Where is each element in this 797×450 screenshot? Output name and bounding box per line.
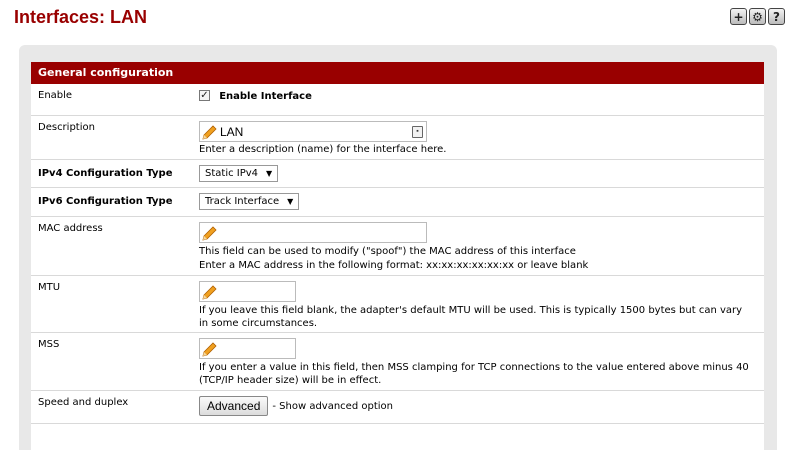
row-description: Description LAN ▪ Enter a description (n… — [31, 116, 764, 160]
ipv6-label: IPv6 Configuration Type — [38, 196, 173, 207]
speed-label: Speed and duplex — [38, 397, 129, 408]
mac-label: MAC address — [38, 223, 103, 234]
mac-input[interactable] — [199, 222, 427, 243]
advanced-help: - Show advanced option — [272, 400, 393, 412]
ipv6-field: Track Interface ▼ — [199, 188, 764, 216]
ipv4-selected: Static IPv4 — [205, 168, 259, 179]
mac-help-2: Enter a MAC address in the following for… — [199, 260, 589, 271]
mss-input[interactable] — [199, 338, 296, 359]
pencil-icon — [202, 226, 217, 241]
mac-field: This field can be used to modify ("spoof… — [199, 217, 764, 275]
description-label: Description — [38, 122, 95, 133]
row-ipv6: IPv6 Configuration Type Track Interface … — [31, 188, 764, 217]
mtu-field: If you leave this field blank, the adapt… — [199, 276, 764, 332]
page-title: Interfaces: LAN — [14, 7, 148, 27]
ipv4-field: Static IPv4 ▼ — [199, 160, 764, 187]
pencil-icon — [202, 342, 217, 357]
content-panel: General configuration Enable ✓ Enable In… — [19, 45, 777, 450]
section-header: General configuration — [31, 62, 764, 84]
mtu-label: MTU — [38, 282, 61, 293]
enable-checkbox[interactable]: ✓ — [199, 90, 210, 101]
ipv4-label: IPv4 Configuration Type — [38, 168, 173, 179]
contact-card-icon: ▪ — [412, 126, 423, 138]
row-mac: MAC address This field can be used to mo… — [31, 217, 764, 276]
mss-label: MSS — [38, 339, 60, 350]
row-enable: Enable ✓ Enable Interface — [31, 84, 764, 116]
enable-label: Enable — [38, 90, 73, 101]
pencil-icon — [202, 285, 217, 300]
description-input[interactable]: LAN ▪ — [199, 121, 427, 142]
pencil-icon — [202, 125, 217, 140]
mac-help-1: This field can be used to modify ("spoof… — [199, 246, 576, 257]
row-mtu: MTU If you leave this field blank, the a… — [31, 276, 764, 333]
ipv4-select[interactable]: Static IPv4 ▼ — [199, 165, 279, 182]
enable-field: ✓ Enable Interface — [199, 84, 764, 115]
ipv6-select[interactable]: Track Interface ▼ — [199, 193, 300, 210]
help-icon[interactable]: ? — [768, 8, 785, 25]
page-toolbar: + ⚙ ? — [730, 8, 785, 25]
row-mss: MSS If you enter a value in this field, … — [31, 333, 764, 391]
description-value: LAN — [220, 124, 244, 139]
advanced-button[interactable]: Advanced — [199, 396, 269, 416]
description-help: Enter a description (name) for the inter… — [199, 144, 447, 155]
ipv6-selected: Track Interface — [205, 196, 280, 207]
mtu-input[interactable] — [199, 281, 296, 302]
speed-field: Advanced - Show advanced option — [199, 391, 764, 417]
chevron-down-icon: ▼ — [287, 197, 294, 206]
description-field: LAN ▪ Enter a description (name) for the… — [199, 116, 764, 159]
mss-field: If you enter a value in this field, then… — [199, 333, 764, 390]
settings-icon[interactable]: ⚙ — [749, 8, 766, 25]
add-icon[interactable]: + — [730, 8, 747, 25]
chevron-down-icon: ▼ — [266, 169, 273, 178]
enable-checkbox-label: Enable Interface — [219, 90, 312, 102]
row-speed: Speed and duplex Advanced - Show advance… — [31, 391, 764, 424]
mss-help: If you enter a value in this field, then… — [199, 362, 749, 386]
mtu-help: If you leave this field blank, the adapt… — [199, 305, 743, 329]
general-config-table: General configuration Enable ✓ Enable In… — [31, 62, 764, 450]
row-ipv4: IPv4 Configuration Type Static IPv4 ▼ — [31, 160, 764, 188]
